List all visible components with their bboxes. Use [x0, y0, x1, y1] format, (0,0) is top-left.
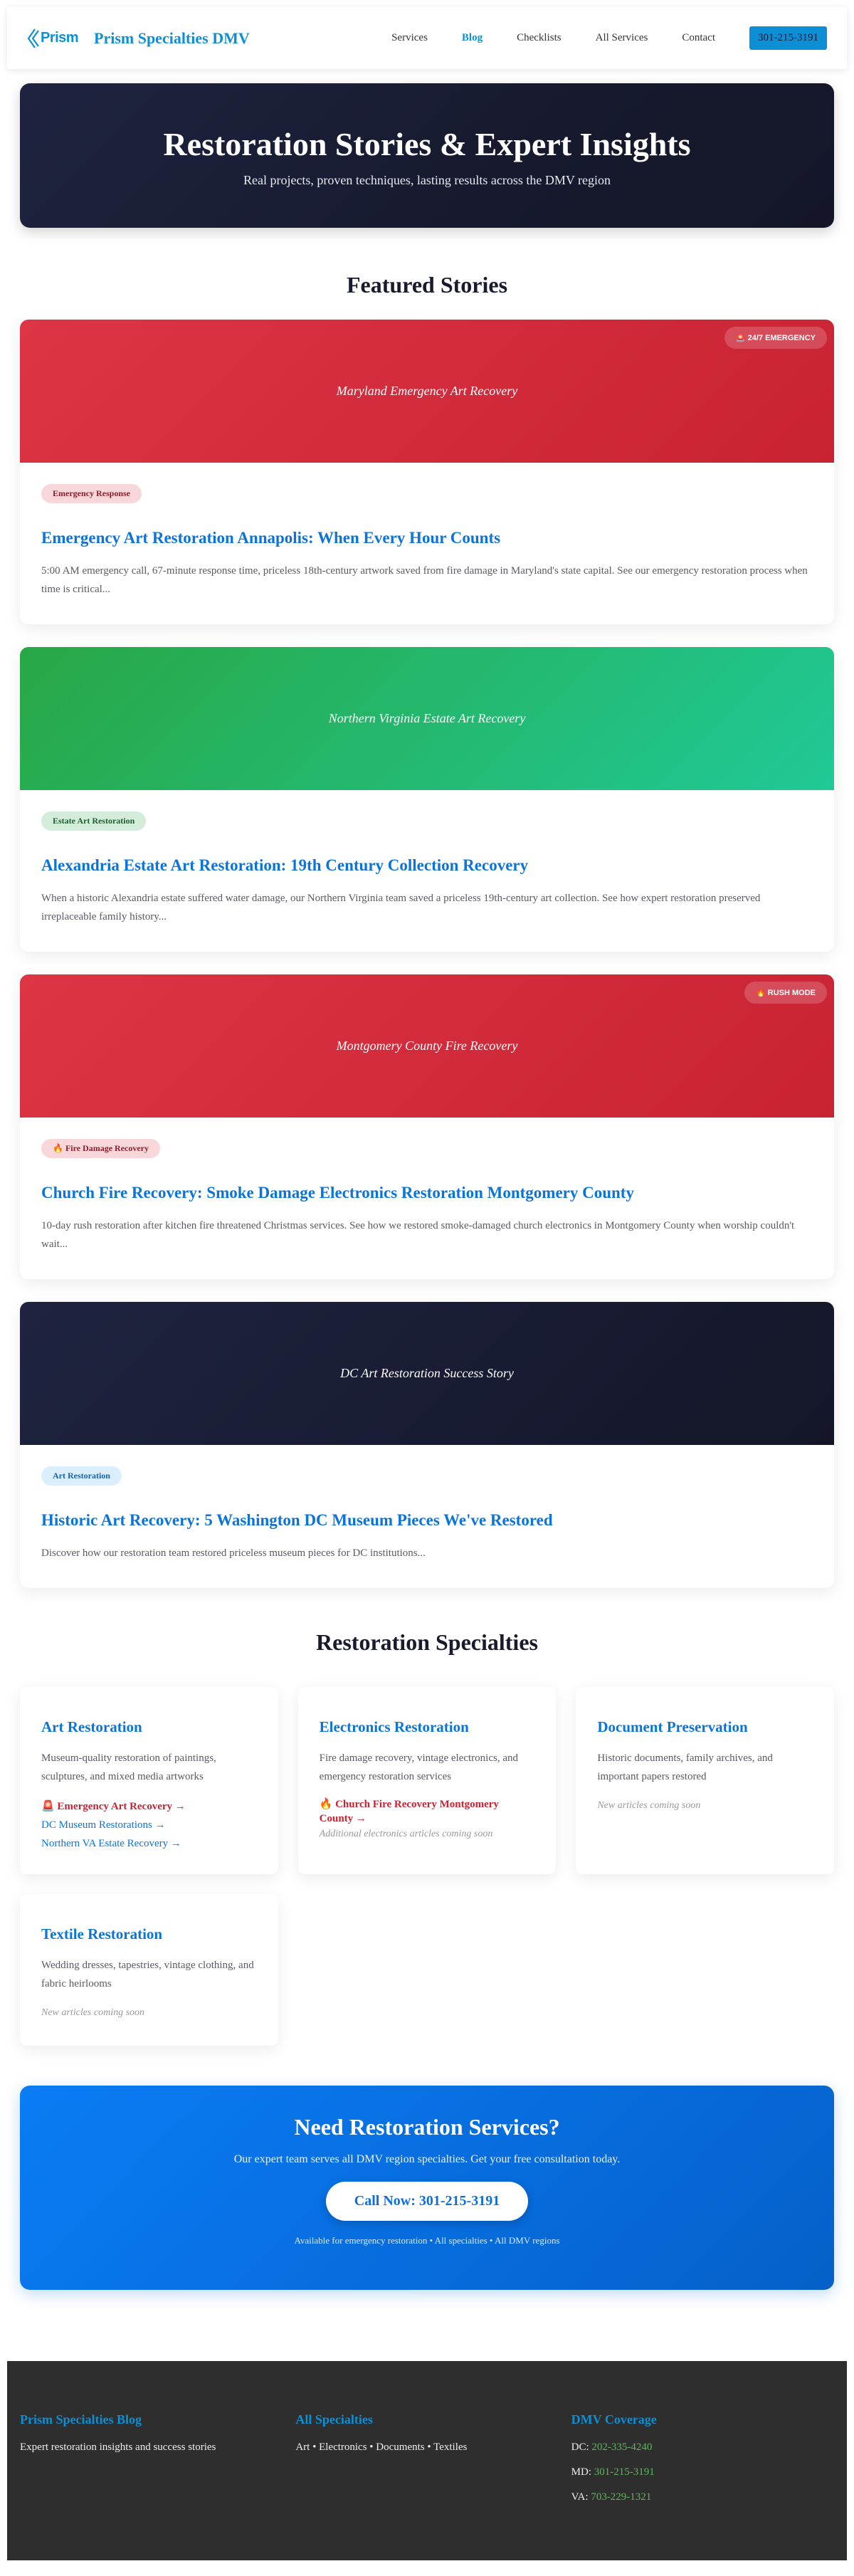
region-label: DC: [571, 2441, 589, 2453]
footer-text: Art • Electronics • Documents • Textiles [295, 2441, 468, 2453]
footer-col-coverage: DMV Coverage DC: 202-335-4240 MD: 301-21… [571, 2412, 834, 2560]
banner-caption: DC Art Restoration Success Story [340, 1366, 514, 1380]
banner-caption: Northern Virginia Estate Art Recovery [328, 711, 526, 725]
specialty-title: Document Preservation [597, 1718, 748, 1735]
footer-va-line: VA: 703-229-1321 [571, 2491, 834, 2503]
main-nav: Services Blog Checklists All Services Co… [357, 26, 827, 50]
specialty-desc: Wedding dresses, tapestries, vintage clo… [41, 1960, 254, 1989]
story-banner: 🚨 24/7 EMERGENCY Maryland Emergency Art … [20, 320, 834, 463]
specialty-card-electronics: Electronics Restoration Fire damage reco… [297, 1687, 557, 1874]
banner-caption: Montgomery County Fire Recovery [336, 1039, 518, 1053]
story-body: Emergency Response Emergency Art Restora… [20, 463, 834, 624]
cta-note: Available for emergency restoration • Al… [294, 2235, 560, 2246]
phone-button[interactable]: 301-215-3191 [749, 26, 827, 50]
specialty-links: New articles coming soon [597, 1797, 813, 1814]
story-title-link[interactable]: Emergency Art Restoration Annapolis: Whe… [41, 529, 813, 547]
region-label: MD: [571, 2466, 591, 2478]
nav-blog[interactable]: Blog [462, 32, 483, 44]
specialty-desc: Historic documents, family archives, and… [597, 1752, 773, 1782]
nav-contact[interactable]: Contact [682, 32, 715, 44]
specialty-card-textiles: Textile Restoration Wedding dresses, tap… [20, 1894, 278, 2046]
cta-banner: Need Restoration Services? Our expert te… [20, 2086, 834, 2290]
nav-checklists[interactable]: Checklists [517, 32, 562, 44]
category-tag: Art Restoration [41, 1466, 122, 1486]
nav-services[interactable]: Services [391, 32, 428, 44]
coming-soon-note: New articles coming soon [41, 2007, 145, 2018]
category-tag: 🔥 Fire Damage Recovery [41, 1139, 160, 1158]
story-title-link[interactable]: Historic Art Recovery: 5 Washington DC M… [41, 1511, 813, 1530]
rush-badge: 🔥 RUSH MODE [744, 982, 827, 1004]
footer-heading: Prism Specialties Blog [20, 2412, 142, 2427]
story-body: Estate Art Restoration Alexandria Estate… [20, 790, 834, 952]
story-body: 🔥 Fire Damage Recovery Church Fire Recov… [20, 1118, 834, 1279]
site-header: Prism Prism Specialties DMV Services Blo… [7, 7, 847, 69]
story-excerpt: Discover how our restoration team restor… [41, 1547, 426, 1559]
logo: Prism [26, 24, 80, 53]
md-phone-link[interactable]: 301-215-3191 [594, 2466, 655, 2478]
site-footer: Prism Specialties Blog Expert restoratio… [7, 2361, 847, 2560]
coming-soon-note: New articles coming soon [597, 1800, 701, 1811]
footer-col-blog: Prism Specialties Blog Expert restoratio… [20, 2412, 283, 2560]
cta-title: Need Restoration Services? [294, 2114, 560, 2140]
specialties-title: Restoration Specialties [316, 1629, 538, 1655]
story-banner: Northern Virginia Estate Art Recovery [20, 647, 834, 790]
specialty-links: New articles coming soon [41, 2004, 257, 2022]
story-title-link[interactable]: Alexandria Estate Art Restoration: 19th … [41, 856, 813, 875]
footer-heading: All Specialties [295, 2412, 373, 2427]
call-now-button[interactable]: Call Now: 301-215-3191 [325, 2182, 529, 2221]
va-phone-link[interactable]: 703-229-1321 [591, 2491, 651, 2503]
nav-all-services[interactable]: All Services [596, 32, 648, 44]
logo-link[interactable]: Prism Prism Specialties DMV [26, 24, 250, 53]
story-excerpt: 10-day rush restoration after kitchen fi… [41, 1220, 795, 1250]
hero-subtitle: Real projects, proven techniques, lastin… [243, 172, 611, 187]
specialty-title: Art Restoration [41, 1718, 142, 1735]
footer-dc-line: DC: 202-335-4240 [571, 2441, 834, 2454]
featured-stories: 🚨 24/7 EMERGENCY Maryland Emergency Art … [20, 320, 834, 1588]
story-card: 🚨 24/7 EMERGENCY Maryland Emergency Art … [20, 320, 834, 624]
category-tag: Emergency Response [41, 484, 142, 503]
specialty-title: Electronics Restoration [319, 1718, 469, 1735]
region-label: VA: [571, 2491, 589, 2503]
church-fire-recovery-link[interactable]: 🔥 Church Fire Recovery Montgomery County… [320, 1797, 535, 1826]
logo-word: Prism [41, 30, 79, 46]
story-title-link[interactable]: Church Fire Recovery: Smoke Damage Elect… [41, 1184, 813, 1202]
hero-banner: Restoration Stories & Expert Insights Re… [20, 83, 834, 228]
specialty-title: Textile Restoration [41, 1925, 163, 1942]
dc-phone-link[interactable]: 202-335-4240 [591, 2441, 652, 2453]
featured-title: Featured Stories [346, 272, 508, 298]
story-banner: DC Art Restoration Success Story [20, 1302, 834, 1445]
footer-heading: DMV Coverage [571, 2412, 657, 2427]
dc-museum-restorations-link[interactable]: DC Museum Restorations → [41, 1816, 257, 1834]
specialty-desc: Museum-quality restoration of paintings,… [41, 1752, 216, 1782]
banner-caption: Maryland Emergency Art Recovery [336, 384, 518, 398]
northern-va-estate-recovery-link[interactable]: Northern VA Estate Recovery → [41, 1834, 257, 1853]
brand-name: Prism Specialties DMV [94, 28, 250, 47]
story-excerpt: 5:00 AM emergency call, 67-minute respon… [41, 565, 808, 595]
story-card: 🔥 RUSH MODE Montgomery County Fire Recov… [20, 974, 834, 1279]
cta-text: Our expert team serves all DMV region sp… [233, 2153, 621, 2165]
specialties-grid: Art Restoration Museum-quality restorati… [20, 1687, 834, 2046]
category-tag: Estate Art Restoration [41, 811, 147, 831]
story-banner: 🔥 RUSH MODE Montgomery County Fire Recov… [20, 974, 834, 1118]
emergency-badge: 🚨 24/7 EMERGENCY [724, 327, 827, 349]
footer-text: Expert restoration insights and success … [20, 2441, 216, 2453]
specialty-card-documents: Document Preservation Historic documents… [576, 1687, 834, 1874]
story-card: Northern Virginia Estate Art Recovery Es… [20, 647, 834, 952]
specialty-card-art: Art Restoration Museum-quality restorati… [20, 1687, 278, 1874]
specialty-links: 🚨 Emergency Art Recovery → DC Museum Res… [41, 1797, 257, 1853]
footer-col-specialties: All Specialties Art • Electronics • Docu… [295, 2412, 558, 2560]
specialty-desc: Fire damage recovery, vintage electronic… [319, 1752, 518, 1782]
story-body: Art Restoration Historic Art Recovery: 5… [20, 1445, 834, 1588]
footer-md-line: MD: 301-215-3191 [571, 2466, 834, 2478]
emergency-art-recovery-link[interactable]: 🚨 Emergency Art Recovery → [41, 1797, 257, 1816]
story-card: DC Art Restoration Success Story Art Res… [20, 1302, 834, 1588]
prism-logo-icon [27, 28, 39, 48]
story-excerpt: When a historic Alexandria estate suffer… [41, 893, 761, 922]
specialty-links: 🔥 Church Fire Recovery Montgomery County… [320, 1797, 535, 1843]
coming-soon-note: Additional electronics articles coming s… [319, 1829, 493, 1839]
hero-title: Restoration Stories & Expert Insights [163, 125, 691, 162]
